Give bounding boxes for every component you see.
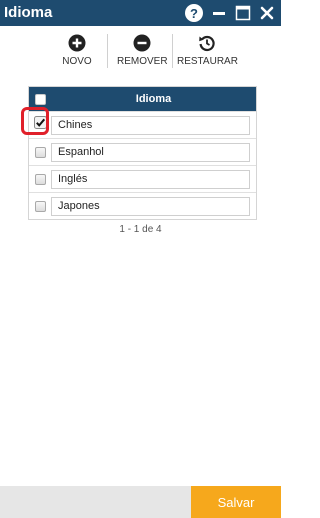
new-label: NOVO	[62, 56, 92, 67]
table-row: Inglés	[29, 165, 256, 192]
language-field[interactable]: Inglés	[51, 169, 250, 189]
plus-circle-icon	[68, 34, 86, 52]
row-checkbox[interactable]	[34, 200, 46, 212]
restore-button[interactable]: RESTAURAR	[177, 34, 238, 67]
title-bar: Idioma ?	[0, 0, 281, 26]
close-icon[interactable]	[259, 5, 275, 21]
row-checkbox[interactable]	[34, 173, 46, 185]
maximize-icon[interactable]	[235, 5, 251, 21]
remove-label: REMOVER	[117, 56, 168, 67]
table-row: Chines	[29, 111, 256, 138]
footer-bar: Salvar	[0, 486, 281, 518]
save-button[interactable]: Salvar	[191, 486, 281, 518]
select-all-checkbox[interactable]	[34, 93, 46, 105]
column-header-idioma: Idioma	[135, 93, 172, 105]
restore-label: RESTAURAR	[177, 56, 238, 67]
minus-circle-icon	[133, 34, 151, 52]
selection-highlight	[21, 107, 49, 135]
new-button[interactable]: NOVO	[60, 34, 94, 67]
row-checkbox[interactable]	[34, 146, 46, 158]
language-field[interactable]: Espanhol	[51, 142, 250, 162]
help-icon[interactable]: ?	[185, 4, 203, 22]
language-field[interactable]: Japones	[51, 196, 250, 216]
window-title: Idioma	[4, 4, 53, 21]
remove-button[interactable]: REMOVER	[117, 34, 168, 67]
pagination-info: 1 - 1 de 4	[119, 224, 162, 235]
language-grid: Idioma Chines Espanhol Inglés Japones	[28, 86, 257, 220]
toolbar-divider	[107, 34, 108, 68]
toolbar-divider	[172, 34, 173, 68]
table-row: Espanhol	[29, 138, 256, 165]
language-field[interactable]: Chines	[51, 115, 250, 135]
table-row: Japones	[29, 192, 256, 219]
toolbar: NOVO REMOVER RESTAURAR	[0, 26, 281, 76]
restore-icon	[199, 35, 215, 52]
minimize-icon[interactable]	[211, 5, 227, 21]
grid-header: Idioma	[29, 87, 256, 111]
window-controls: ?	[185, 4, 275, 22]
